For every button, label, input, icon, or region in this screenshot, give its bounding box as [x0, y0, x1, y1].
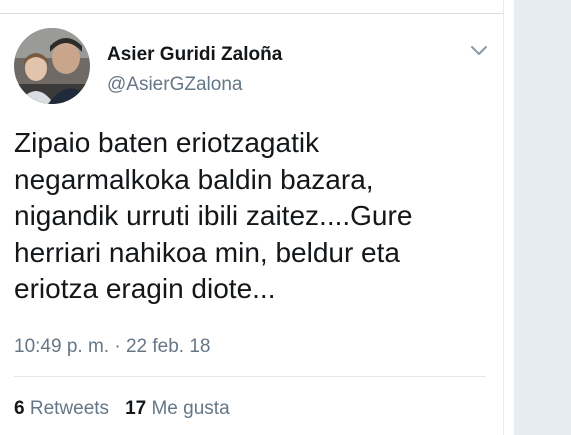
avatar-photo: [14, 28, 90, 104]
retweets-stat[interactable]: 6 Retweets: [14, 398, 109, 419]
likes-count: 17: [125, 398, 147, 419]
likes-stat[interactable]: 17 Me gusta: [125, 398, 230, 419]
card-border: [503, 0, 504, 435]
avatar[interactable]: [14, 28, 90, 104]
tweet-text-line: eriotza eragin diote...: [14, 273, 276, 304]
tweet-text: Zipaio baten eriotzagatik negarmalkoka b…: [14, 125, 494, 308]
tweet-stats: 6 Retweets 17 Me gusta: [14, 398, 230, 420]
stats-divider: [14, 376, 486, 377]
retweets-label: Retweets: [29, 398, 110, 419]
chevron-down-icon[interactable]: [469, 44, 489, 58]
likes-label: Me gusta: [151, 398, 230, 419]
side-panel: [514, 0, 571, 435]
top-divider: [0, 13, 503, 14]
tweet-text-line: nigandik urruti ibili zaitez....Gure: [14, 200, 413, 231]
author-handle[interactable]: @AsierGZalona: [107, 74, 242, 96]
tweet-timestamp[interactable]: 10:49 p. m. · 22 feb. 18: [14, 336, 210, 358]
tweet-text-line: herriari nahikoa min, beldur eta: [14, 236, 400, 268]
retweets-count: 6: [14, 398, 25, 419]
tweet-text-line: Zipaio baten eriotzagatik: [14, 127, 320, 158]
tweet-text-line: negarmalkoka baldin bazara,: [14, 163, 374, 195]
author-name[interactable]: Asier Guridi Zaloña: [107, 44, 282, 66]
